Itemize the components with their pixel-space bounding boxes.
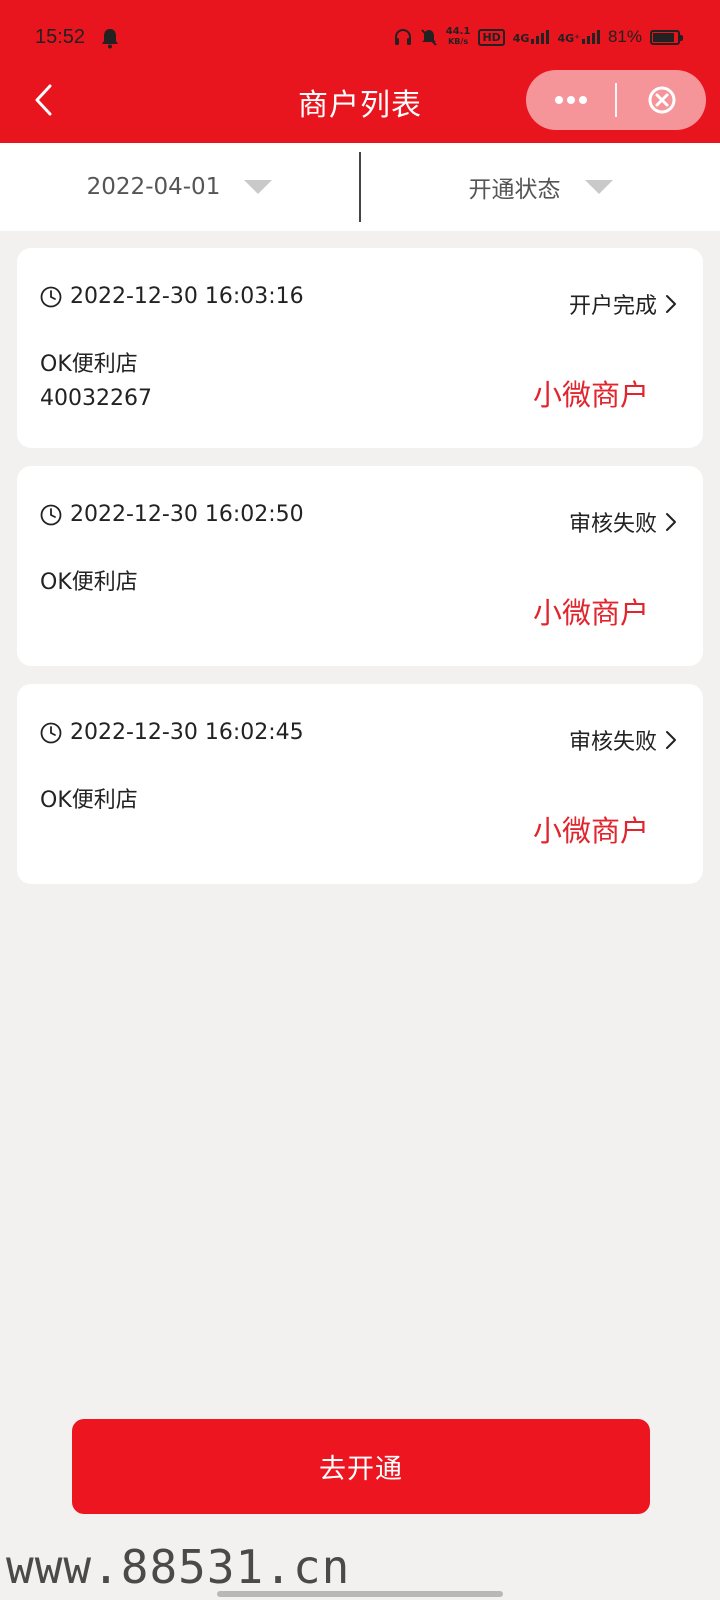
created-time: 2022-12-30 16:02:50 bbox=[70, 502, 304, 527]
merchant-type: 小微商户 bbox=[532, 814, 649, 848]
status-link[interactable]: 审核失败 bbox=[569, 506, 677, 538]
dropdown-triangle-icon bbox=[584, 180, 613, 194]
merchant-card[interactable]: 2022-12-30 16:03:16 开户完成 OK便利店 40032267 … bbox=[17, 248, 703, 448]
date-filter-label: 2022-04-01 bbox=[86, 174, 221, 200]
battery-percent: 81% bbox=[607, 27, 642, 46]
filter-bar: 2022-04-01 开通状态 bbox=[0, 143, 720, 231]
close-button[interactable] bbox=[617, 70, 706, 130]
mute-bell-icon bbox=[421, 29, 437, 46]
chevron-right-icon bbox=[666, 731, 676, 749]
battery-icon bbox=[650, 29, 683, 45]
merchant-card[interactable]: 2022-12-30 16:02:45 审核失败 OK便利店 小微商户 bbox=[17, 684, 703, 884]
created-time: 2022-12-30 16:02:45 bbox=[70, 720, 304, 745]
home-indicator[interactable] bbox=[217, 1591, 503, 1597]
hd-badge: HD bbox=[478, 28, 505, 46]
merchant-type: 小微商户 bbox=[532, 596, 649, 630]
notification-bell-icon bbox=[102, 29, 118, 49]
header: 15:52 44.1 KB/s HD 4G 4G⁺ 81% 商户列表 bbox=[0, 0, 720, 143]
merchant-card[interactable]: 2022-12-30 16:02:50 审核失败 OK便利店 小微商户 bbox=[17, 466, 703, 666]
clock-icon bbox=[40, 504, 62, 525]
merchant-type: 小微商户 bbox=[532, 378, 649, 412]
store-name: OK便利店 bbox=[40, 788, 138, 813]
clock-icon bbox=[40, 286, 62, 307]
more-dots-icon bbox=[554, 96, 587, 104]
status-link[interactable]: 审核失败 bbox=[569, 724, 677, 756]
watermark: www.88531.cn bbox=[6, 1540, 351, 1594]
store-name: OK便利店 bbox=[40, 352, 138, 377]
close-circle-icon bbox=[648, 86, 675, 114]
signal-2: 4G⁺ bbox=[557, 30, 600, 44]
time-row: 2022-12-30 16:03:16 bbox=[40, 284, 304, 309]
status-icons: 44.1 KB/s HD 4G 4G⁺ 81% bbox=[394, 24, 683, 50]
open-status: 审核失败 bbox=[568, 730, 657, 755]
time-row: 2022-12-30 16:02:45 bbox=[40, 720, 304, 745]
open-status: 开户完成 bbox=[568, 294, 657, 319]
chevron-right-icon bbox=[666, 513, 676, 531]
status-link[interactable]: 开户完成 bbox=[569, 288, 677, 320]
status-filter[interactable]: 开通状态 bbox=[361, 143, 720, 231]
open-status: 审核失败 bbox=[568, 512, 657, 537]
store-name: OK便利店 bbox=[40, 570, 138, 595]
status-bar: 15:52 44.1 KB/s HD 4G 4G⁺ 81% bbox=[0, 0, 720, 70]
dropdown-triangle-icon bbox=[244, 180, 273, 194]
date-filter[interactable]: 2022-04-01 bbox=[0, 143, 359, 231]
more-button[interactable] bbox=[526, 70, 615, 130]
mini-program-capsule bbox=[526, 70, 706, 130]
merchant-id: 40032267 bbox=[40, 386, 152, 411]
status-time: 15:52 bbox=[35, 26, 86, 48]
created-time: 2022-12-30 16:03:16 bbox=[70, 284, 304, 309]
headphones-icon bbox=[394, 29, 411, 45]
clock-icon bbox=[40, 722, 62, 743]
time-row: 2022-12-30 16:02:50 bbox=[40, 502, 304, 527]
chevron-right-icon bbox=[666, 295, 676, 313]
status-filter-label: 开通状态 bbox=[468, 177, 561, 203]
net-speed: 44.1 KB/s bbox=[445, 26, 471, 47]
open-account-button[interactable]: 去开通 bbox=[72, 1419, 650, 1514]
signal-1: 4G bbox=[513, 30, 550, 44]
